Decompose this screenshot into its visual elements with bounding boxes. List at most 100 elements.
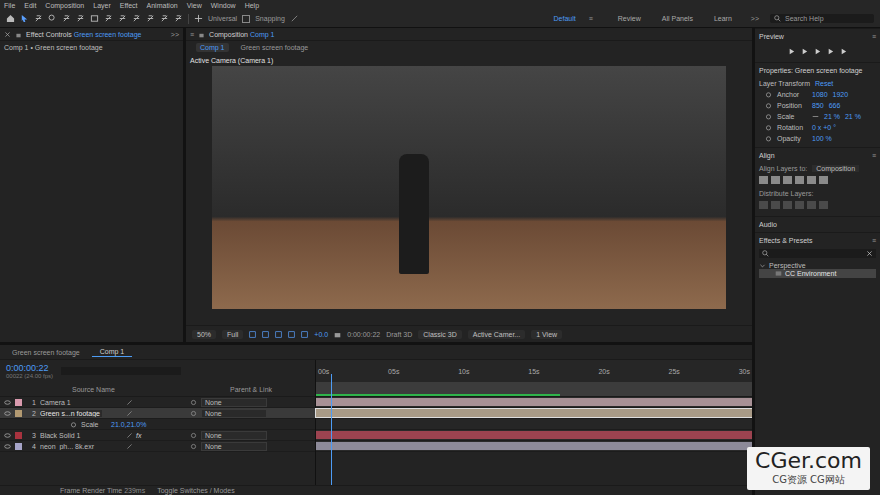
viewer-toggle-icon[interactable] <box>288 331 295 338</box>
composition-tab[interactable]: Composition Comp 1 <box>209 31 274 38</box>
eye-icon[interactable] <box>4 399 11 406</box>
align-button[interactable] <box>807 176 816 184</box>
menu-item[interactable]: Help <box>245 2 259 9</box>
menu-item[interactable]: File <box>4 2 15 9</box>
playback-icon[interactable] <box>839 47 848 56</box>
breadcrumb[interactable]: Comp 1 <box>196 43 229 52</box>
pickwhip-icon[interactable] <box>190 432 197 439</box>
property-row[interactable]: Scale21.0,21.0% <box>0 419 315 430</box>
more-panels[interactable]: >> <box>171 31 179 38</box>
snap-icon[interactable] <box>290 14 299 23</box>
breadcrumb[interactable]: Green screen footage <box>237 43 313 52</box>
shy-icon[interactable] <box>126 410 133 417</box>
effects-switch[interactable]: fx <box>136 432 141 439</box>
work-area-bar[interactable] <box>316 382 752 397</box>
rect-tool-icon[interactable] <box>90 14 99 23</box>
video-frame[interactable] <box>212 66 726 309</box>
stopwatch-icon[interactable] <box>70 421 77 428</box>
transform-row[interactable]: Anchor10801920 <box>759 90 876 99</box>
workspace-tab[interactable]: Learn <box>706 15 740 22</box>
menu-item[interactable]: Edit <box>24 2 36 9</box>
menu-item[interactable]: Animation <box>147 2 178 9</box>
stopwatch-icon[interactable] <box>765 113 772 120</box>
viewer-time[interactable]: 0:00:00:22 <box>347 331 380 338</box>
shy-icon[interactable] <box>126 432 133 439</box>
resolution-dropdown[interactable]: Full <box>222 330 243 339</box>
current-time[interactable]: 0:00:00:22 <box>6 363 53 373</box>
parent-dropdown[interactable]: None <box>201 398 267 407</box>
distribute-button[interactable] <box>795 201 804 209</box>
pickwhip-icon[interactable] <box>190 410 197 417</box>
layer-name[interactable]: neon_ph... 8k.exr <box>40 443 102 450</box>
viewer-toggle-icon[interactable] <box>249 331 256 338</box>
layer-name[interactable]: Black Solid 1 <box>40 432 102 439</box>
layer-bar[interactable] <box>316 431 752 439</box>
exposure-value[interactable]: +0.0 <box>314 331 328 338</box>
move-tool-icon[interactable] <box>76 14 85 23</box>
layer-row[interactable]: 1Camera 1None <box>0 397 315 408</box>
viewer-toggle-icon[interactable] <box>262 331 269 338</box>
axis-icon[interactable] <box>194 14 203 23</box>
renderer-dropdown[interactable]: Classic 3D <box>418 330 461 339</box>
clear-icon[interactable] <box>866 250 873 257</box>
viewer-toggle-icon[interactable] <box>301 331 308 338</box>
playhead[interactable] <box>331 374 332 485</box>
views-dropdown[interactable]: 1 View <box>531 330 562 339</box>
lock-icon[interactable] <box>15 31 22 38</box>
eye-icon[interactable] <box>4 432 11 439</box>
playback-icon[interactable] <box>787 47 796 56</box>
toggle-switches[interactable]: Toggle Switches / Modes <box>157 487 234 494</box>
align-to-dropdown[interactable]: Composition <box>812 165 859 172</box>
align-button[interactable] <box>783 176 792 184</box>
brush-tool-icon[interactable] <box>132 14 141 23</box>
menu-item[interactable]: View <box>187 2 202 9</box>
layer-search[interactable] <box>61 367 181 375</box>
pin-tool-icon[interactable] <box>174 14 183 23</box>
viewer-toggle-icon[interactable] <box>275 331 282 338</box>
align-button[interactable] <box>759 176 768 184</box>
reset-button[interactable]: Reset <box>815 80 833 87</box>
transform-row[interactable]: Scale21 %21 % <box>759 112 876 121</box>
transform-row[interactable]: Opacity100 % <box>759 134 876 143</box>
search-help-field[interactable]: Search Help <box>770 14 874 23</box>
snapping-checkbox[interactable] <box>242 15 250 23</box>
parent-dropdown[interactable]: None <box>201 442 267 451</box>
hand-tool-icon[interactable] <box>34 14 43 23</box>
effect-item[interactable]: CC Environment <box>759 269 876 278</box>
label-color[interactable] <box>15 410 22 417</box>
shy-icon[interactable] <box>126 399 133 406</box>
link-icon[interactable] <box>812 113 819 120</box>
lock-icon[interactable] <box>198 31 205 38</box>
view-dropdown[interactable]: Active Camer... <box>468 330 525 339</box>
camera-icon[interactable] <box>334 331 341 338</box>
playback-icon[interactable] <box>800 47 809 56</box>
stamp-tool-icon[interactable] <box>146 14 155 23</box>
align-button[interactable] <box>771 176 780 184</box>
layer-bar[interactable] <box>316 409 752 417</box>
arrow-tool-icon[interactable] <box>20 14 29 23</box>
distribute-button[interactable] <box>807 201 816 209</box>
draft-3d[interactable]: Draft 3D <box>386 331 412 338</box>
label-color[interactable] <box>15 399 22 406</box>
distribute-button[interactable] <box>783 201 792 209</box>
align-button[interactable] <box>819 176 828 184</box>
transform-row[interactable]: Rotation0 x +0 ° <box>759 123 876 132</box>
text-tool-icon[interactable] <box>118 14 127 23</box>
layer-bar[interactable] <box>316 398 752 406</box>
layer-bar[interactable] <box>316 442 752 450</box>
time-graph[interactable]: 00s05s10s15s20s25s30s <box>315 360 752 485</box>
timeline-tab[interactable]: Green screen footage <box>4 348 88 357</box>
preview-title[interactable]: Preview <box>759 33 784 40</box>
workspace-tab[interactable]: Review <box>610 15 649 22</box>
parent-dropdown[interactable]: None <box>201 431 267 440</box>
home-icon[interactable] <box>6 14 15 23</box>
effects-search-field[interactable] <box>759 249 876 258</box>
label-color[interactable] <box>15 443 22 450</box>
stopwatch-icon[interactable] <box>765 91 772 98</box>
workspace-tab[interactable]: All Panels <box>654 15 701 22</box>
time-ruler[interactable]: 00s05s10s15s20s25s30s <box>316 360 752 382</box>
snapping-label[interactable]: Snapping <box>255 15 285 22</box>
menu-item[interactable]: Composition <box>45 2 84 9</box>
stopwatch-icon[interactable] <box>765 102 772 109</box>
eye-icon[interactable] <box>4 410 11 417</box>
